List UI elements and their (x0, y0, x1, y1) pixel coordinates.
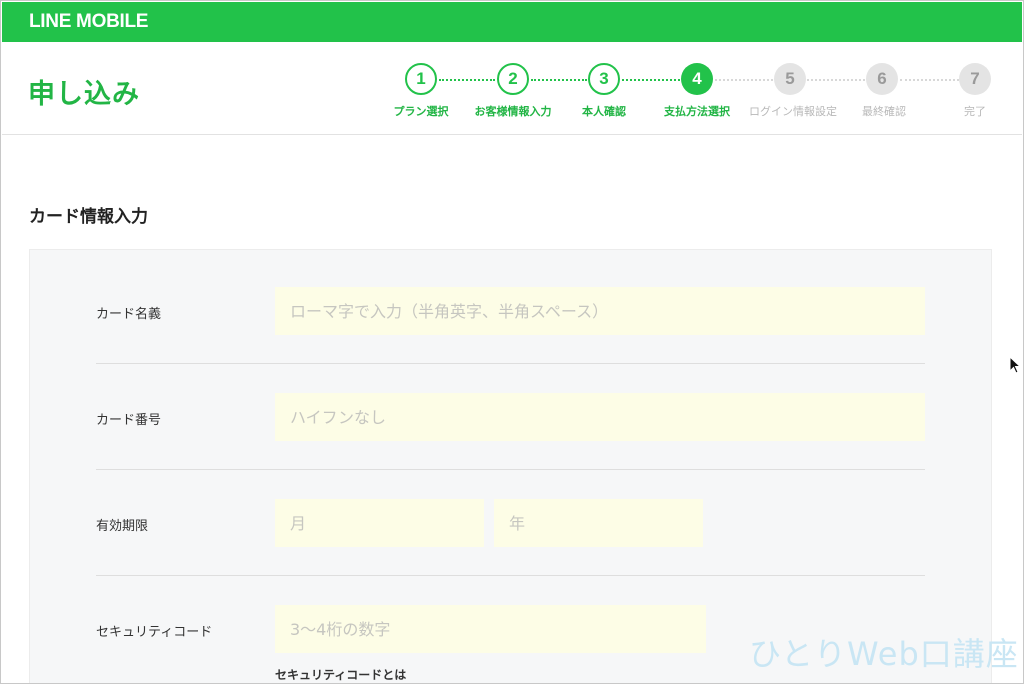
step-4-label: 支払方法選択 (664, 105, 730, 118)
page-header: 申し込み 1 2 3 4 5 6 7 プラン選択 お客様情報入力 本人確認 支払… (2, 42, 1022, 135)
step-connector (900, 79, 959, 81)
expiry-year-input[interactable] (494, 499, 703, 547)
watermark: ひとりWeb口講座 (749, 635, 1019, 673)
step-connector (439, 79, 495, 81)
browser-frame: LINE MOBILE 申し込み 1 2 3 4 5 6 7 プラン選択 お客様… (0, 0, 1024, 684)
row-divider (96, 363, 925, 364)
step-2-label: お客様情報入力 (474, 105, 552, 118)
step-2-circle: 2 (497, 63, 529, 95)
step-7-label: 完了 (964, 105, 986, 118)
card-number-label: カード番号 (96, 413, 162, 428)
card-number-input[interactable] (275, 393, 925, 441)
mouse-cursor-icon (1009, 356, 1022, 374)
step-4-circle: 4 (681, 63, 713, 95)
row-divider (96, 469, 925, 470)
security-code-label: セキュリティコード (96, 625, 213, 640)
step-3-label: 本人確認 (582, 105, 626, 118)
step-6-label: 最終確認 (862, 105, 906, 118)
progress-steps: 1 2 3 4 5 6 7 プラン選択 お客様情報入力 本人確認 支払方法選択 … (2, 42, 1022, 135)
security-code-help-link[interactable]: セキュリティコードとは (275, 666, 406, 683)
top-bar: LINE MOBILE (2, 2, 1022, 42)
card-info-section-title: カード情報入力 (29, 207, 148, 227)
step-connector (531, 79, 587, 81)
step-3-circle: 3 (588, 63, 620, 95)
step-connector (622, 79, 680, 81)
step-connector (715, 79, 773, 81)
card-form-panel: カード名義 カード番号 有効期限 セキュリティコード セキュリティコードとは (29, 249, 992, 683)
step-7-circle: 7 (959, 63, 991, 95)
expiry-label: 有効期限 (96, 519, 149, 534)
step-connector (807, 79, 865, 81)
expiry-month-input[interactable] (275, 499, 484, 547)
row-divider (96, 575, 925, 576)
step-5-label: ログイン情報設定 (749, 105, 837, 118)
step-1-label: プラン選択 (393, 105, 449, 118)
card-name-input[interactable] (275, 287, 925, 335)
step-6-circle: 6 (866, 63, 898, 95)
line-mobile-logo[interactable]: LINE MOBILE (29, 11, 148, 33)
security-code-input[interactable] (275, 605, 706, 653)
step-5-circle: 5 (774, 63, 806, 95)
card-name-label: カード名義 (96, 307, 162, 322)
step-1-circle: 1 (405, 63, 437, 95)
